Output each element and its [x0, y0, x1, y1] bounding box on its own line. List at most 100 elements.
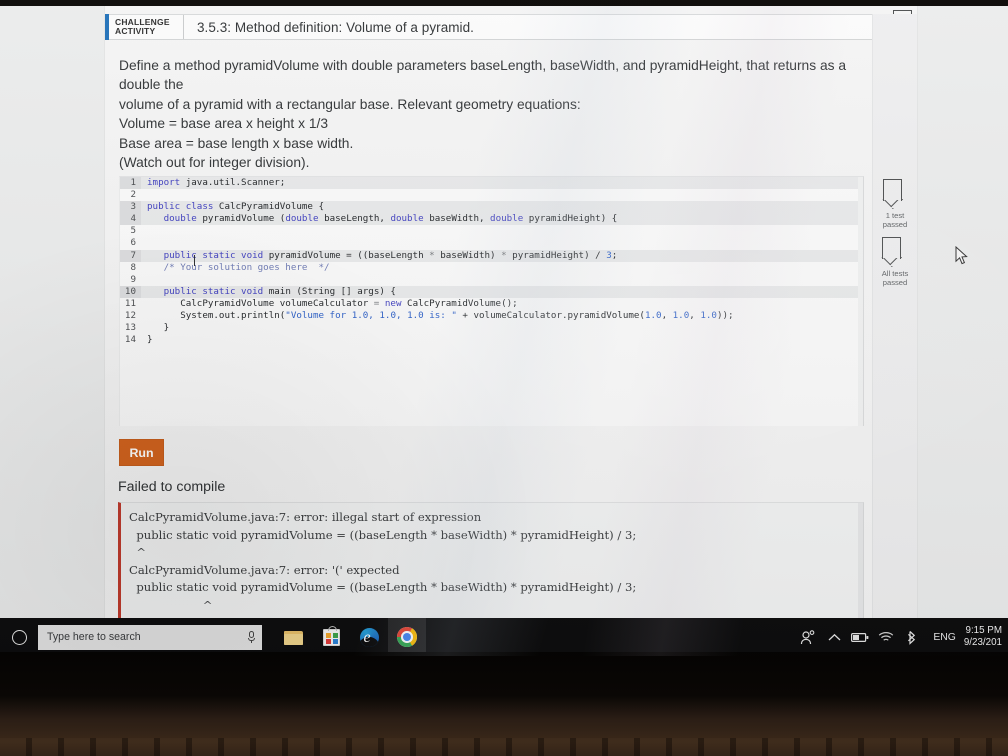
- compile-error-output: CalcPyramidVolume.java:7: error: illegal…: [118, 502, 864, 618]
- description-line-2: volume of a pyramid with a rectangular b…: [119, 96, 581, 112]
- code-line[interactable]: 7 public static void pyramidVolume = ((b…: [120, 249, 863, 262]
- code-line[interactable]: 2: [120, 189, 863, 202]
- line-number: 7: [120, 249, 141, 262]
- error-caret-marker: ^: [129, 545, 147, 559]
- code-text: import java.util.Scanner;: [147, 177, 286, 188]
- code-line[interactable]: 8 /* Your solution goes here */: [120, 261, 863, 274]
- run-button[interactable]: Run: [119, 439, 164, 466]
- error-source-line: public static void pyramidVolume = ((bas…: [129, 580, 637, 594]
- taskbar-google-chrome[interactable]: [388, 618, 426, 656]
- line-number: 3: [120, 201, 141, 214]
- challenge-label-line2: ACTIVITY: [115, 26, 156, 36]
- text-caret: [194, 255, 195, 266]
- line-number: 8: [120, 261, 141, 274]
- wifi-icon[interactable]: [873, 618, 899, 656]
- start-ring-icon: [11, 629, 27, 645]
- code-line[interactable]: 5: [120, 225, 863, 238]
- code-lines[interactable]: 1 import java.util.Scanner; 2 3 public class…: [120, 177, 863, 347]
- code-line[interactable]: 1 import java.util.Scanner;: [120, 177, 863, 190]
- test-label-line1: 1 test: [885, 211, 905, 220]
- line-number: 11: [120, 297, 141, 311]
- code-line[interactable]: 3 public class CalcPyramidVolume {: [120, 201, 863, 214]
- laptop-screen: CHALLENGE ACTIVITY 3.5.3: Method definit…: [0, 6, 1008, 656]
- microphone-icon[interactable]: [247, 630, 256, 644]
- code-line[interactable]: 11 CalcPyramidVolume volumeCalculator = …: [120, 297, 863, 311]
- clock-time: 9:15 PM: [965, 624, 1003, 636]
- editor-scrollbar[interactable]: [858, 177, 863, 426]
- pinned-apps: e: [274, 618, 426, 656]
- taskbar-microsoft-store[interactable]: [312, 618, 350, 656]
- start-button[interactable]: [0, 618, 38, 656]
- code-text: CalcPyramidVolume volumeCalculator = new…: [147, 297, 518, 309]
- code-text: }: [147, 322, 170, 334]
- clock-date: 9/23/201: [963, 637, 1002, 648]
- edge-icon: e: [359, 627, 379, 647]
- error-header: CalcPyramidVolume.java:7: error: '(' exp…: [129, 562, 400, 577]
- description-line-1: Define a method pyramidVolume with doubl…: [119, 58, 847, 93]
- line-number: 10: [120, 285, 141, 298]
- line-number: 13: [120, 322, 141, 335]
- line-number: 14: [120, 334, 141, 347]
- code-line[interactable]: 10 public static void main (String [] ar…: [120, 285, 863, 298]
- line-number: 12: [120, 310, 141, 323]
- test-item[interactable]: All tests passed: [881, 237, 909, 287]
- compile-status: Failed to compile: [118, 479, 226, 495]
- challenge-activity-header: CHALLENGE ACTIVITY 3.5.3: Method definit…: [105, 14, 917, 40]
- test-item[interactable]: 1 test passed: [882, 179, 908, 229]
- code-text: public static void pyramidVolume = ((bas…: [163, 249, 618, 261]
- challenge-title: 3.5.3: Method definition: Volume of a py…: [197, 19, 474, 35]
- code-text: System.out.println("Volume for 1.0, 1.0,…: [147, 310, 734, 322]
- error-header: CalcPyramidVolume.java:7: error: illegal…: [129, 510, 482, 524]
- taskbar-microsoft-edge[interactable]: e: [350, 618, 388, 656]
- error-source-line: public static void pyramidVolume = ((bas…: [129, 527, 637, 542]
- error-lines: CalcPyramidVolume.java:7: error: illegal…: [129, 509, 863, 614]
- code-line[interactable]: 12 System.out.println("Volume for 1.0, 1…: [120, 310, 863, 323]
- code-text: public static void main (String [] args)…: [163, 285, 396, 297]
- description-line-4: Base area = base length x base width.: [119, 135, 354, 151]
- error-caret-marker: ^: [129, 597, 213, 612]
- tests-sidebar: 1 test passed All tests passed: [872, 14, 917, 618]
- code-line[interactable]: 13 }: [120, 322, 863, 335]
- problem-description: Define a method pyramidVolume with doubl…: [119, 56, 879, 172]
- line-number: 9: [120, 273, 141, 286]
- mouse-pointer-icon: [955, 245, 968, 270]
- code-text: }: [147, 334, 153, 346]
- search-input[interactable]: Type here to search: [38, 624, 262, 650]
- system-tray: ENG 9:15 PM 9/23/201: [795, 618, 1008, 656]
- code-line[interactable]: 9: [120, 273, 863, 286]
- show-hidden-icons-chevron[interactable]: [821, 618, 847, 656]
- search-placeholder: Type here to search: [47, 631, 141, 643]
- challenge-activity-label: CHALLENGE ACTIVITY: [109, 17, 181, 37]
- test-label-line1: All tests: [881, 269, 909, 278]
- line-number: 5: [120, 225, 141, 238]
- taskbar-file-explorer[interactable]: [274, 618, 312, 656]
- line-number: 2: [120, 189, 141, 202]
- battery-icon[interactable]: [847, 618, 873, 656]
- bluetooth-icon[interactable]: [899, 618, 925, 656]
- line-number: 6: [120, 237, 141, 250]
- error-scrollbar[interactable]: [858, 503, 863, 618]
- windows-taskbar: Type here to search e ENG 9:15 PM 9/23/2…: [0, 618, 1008, 656]
- code-editor[interactable]: 1 import java.util.Scanner; 2 3 public class…: [119, 176, 864, 426]
- chrome-icon: [397, 627, 417, 647]
- line-number: 4: [120, 213, 141, 226]
- test-label-line2: passed: [882, 278, 908, 287]
- shield-icon: [882, 179, 902, 209]
- store-icon: [322, 625, 340, 646]
- code-line[interactable]: 14}: [120, 334, 863, 347]
- photo-of-laptop-screen: CHALLENGE ACTIVITY 3.5.3: Method definit…: [0, 0, 1008, 756]
- people-icon[interactable]: [795, 618, 821, 656]
- laptop-bezel-and-keyboard: [0, 652, 1008, 756]
- shield-icon: [881, 237, 901, 267]
- language-indicator[interactable]: ENG: [925, 632, 964, 643]
- test-label-line2: passed: [882, 220, 908, 229]
- folder-icon: [283, 630, 303, 645]
- clock[interactable]: 9:15 PM 9/23/201: [964, 625, 1004, 650]
- code-line[interactable]: 6: [120, 237, 863, 250]
- code-line[interactable]: 4 double pyramidVolume (double baseLengt…: [120, 213, 863, 226]
- browser-page: CHALLENGE ACTIVITY 3.5.3: Method definit…: [0, 6, 1008, 618]
- code-text: double pyramidVolume (double baseLength,…: [163, 213, 618, 225]
